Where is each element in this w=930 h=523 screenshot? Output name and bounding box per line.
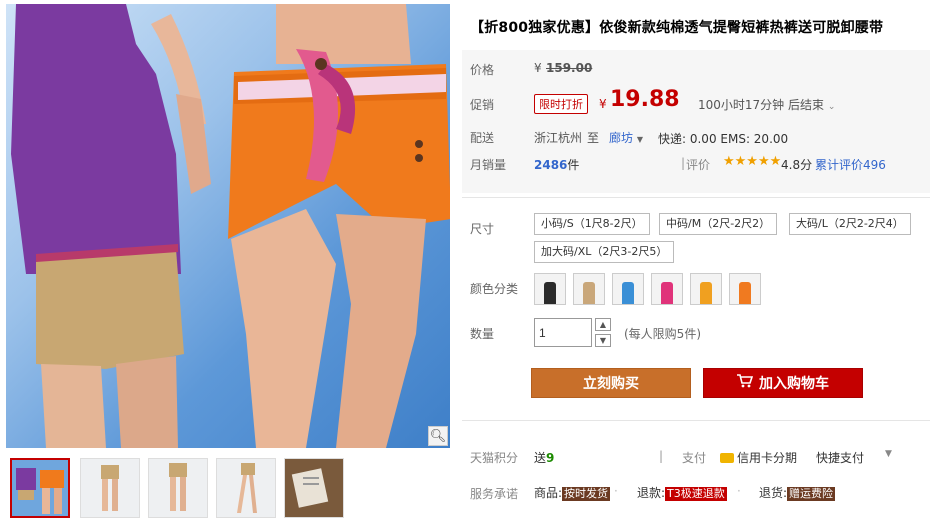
size-option-xl[interactable]: 加大码/XL（2尺3-2尺5） [534,241,675,263]
product-info-panel: 【折800独家优惠】依俊新款纯棉透气提臀短裤热裤送可脱卸腰带 价格 ¥ 159.… [462,0,930,523]
rating-stars-icon: ★★★★★ [723,154,782,169]
color-swatch-3[interactable] [612,273,644,305]
thumbnail-3[interactable] [148,458,208,518]
size-option-s[interactable]: 小码/S（1尺8-2尺） [534,213,650,235]
credit-card-icon [720,453,734,463]
product-photo [11,4,450,448]
price-meta-box: 价格 ¥ 159.00 促销 限时打折 ¥ 19.88 100小时17分钟 后结… [462,50,930,193]
shipping-from: 浙江杭州 [534,131,583,145]
service-refund: 退款: T3极速退款 [637,486,727,501]
price-label: 价格 [470,63,495,77]
size-option-l[interactable]: 大码/L（2尺2-2尺4） [789,213,911,235]
purchase-limit: (每人限购5件) [624,327,701,341]
swatch-shorts-icon [583,282,595,304]
color-swatch-2[interactable] [573,273,605,305]
thumbnail-5[interactable] [284,458,344,518]
main-product-image[interactable]: 🔍︎ [6,4,450,448]
quick-pay: 快捷支付 [816,451,865,465]
swatch-shorts-icon [622,282,634,304]
product-title: 【折800独家优惠】依俊新款纯棉透气提臀短裤热裤送可脱卸腰带 [470,20,884,36]
points-label: 天猫积分 [470,451,519,465]
size-option-m[interactable]: 中码/M（2尺-2尺2） [659,213,778,235]
thumbnail-strip [10,458,450,520]
promo-currency: ¥ [599,97,607,111]
caret-down-icon: ▼ [636,135,643,144]
limited-discount-badge: 限时打折 [534,94,588,114]
rating-label: 评价 [686,158,711,172]
credit-installment[interactable]: 信用卡分期 [720,449,797,466]
payment-label: 支付 [682,451,707,465]
promo-countdown: 100小时17分钟 后结束 ⌄ [698,98,836,112]
add-to-cart-label: 加入购物车 [759,376,829,392]
service-label: 服务承诺 [470,487,519,501]
shipping-destination-select[interactable]: 廊坊 ▼ [609,129,643,146]
rating-score: 4.8分 [781,158,813,172]
promo-label: 促销 [470,98,495,112]
quantity-label: 数量 [470,327,495,341]
swatch-shorts-icon [544,282,556,304]
promo-price: 19.88 [610,87,680,112]
thumbnail-2[interactable] [80,458,140,518]
increase-icon[interactable]: ▲ [595,318,611,331]
cart-icon [737,374,754,392]
shipping-fees: 快递: 0.00 EMS: 20.00 [658,132,789,146]
original-currency: ¥ [534,61,542,75]
divider [462,197,930,198]
chevron-down-icon[interactable]: ⌄ [828,102,836,112]
buy-now-button[interactable]: 立刻购买 [531,368,691,398]
product-gallery: 🔍︎ [0,0,455,523]
points-value: 送9 [534,451,555,465]
add-to-cart-button[interactable]: 加入购物车 [703,368,863,398]
size-label: 尺寸 [470,222,495,236]
shipping-to-word: 至 [587,131,600,145]
rating-divider: | [681,156,686,170]
caret-down-icon[interactable]: ▼ [885,449,892,459]
color-swatch-6[interactable] [729,273,761,305]
service-goods: 商品: 按时发货 [534,486,611,501]
pay-divider: | [659,449,664,463]
swatch-shorts-icon [661,282,673,304]
color-label: 颜色分类 [470,282,519,296]
shipping-label: 配送 [470,131,495,145]
original-price: 159.00 [546,61,593,75]
monthly-sales: 2486件 [534,158,580,172]
swatch-shorts-icon [739,282,751,304]
service-return: 退货: 赠运费险 [759,486,836,501]
swatch-shorts-icon [700,282,712,304]
service-dot: · [737,484,741,498]
divider [462,420,930,421]
monthly-sales-label: 月销量 [470,158,507,172]
search-icon[interactable]: 🔍︎ [428,426,448,446]
color-swatch-5[interactable] [690,273,722,305]
color-swatch-4[interactable] [651,273,683,305]
quantity-input[interactable] [534,318,592,347]
review-count-link[interactable]: 累计评价496 [815,156,886,173]
color-swatch-1[interactable] [534,273,566,305]
decrease-icon[interactable]: ▼ [595,334,611,347]
thumbnail-4[interactable] [216,458,276,518]
thumbnail-1[interactable] [10,458,70,518]
service-dot: · [614,484,618,498]
